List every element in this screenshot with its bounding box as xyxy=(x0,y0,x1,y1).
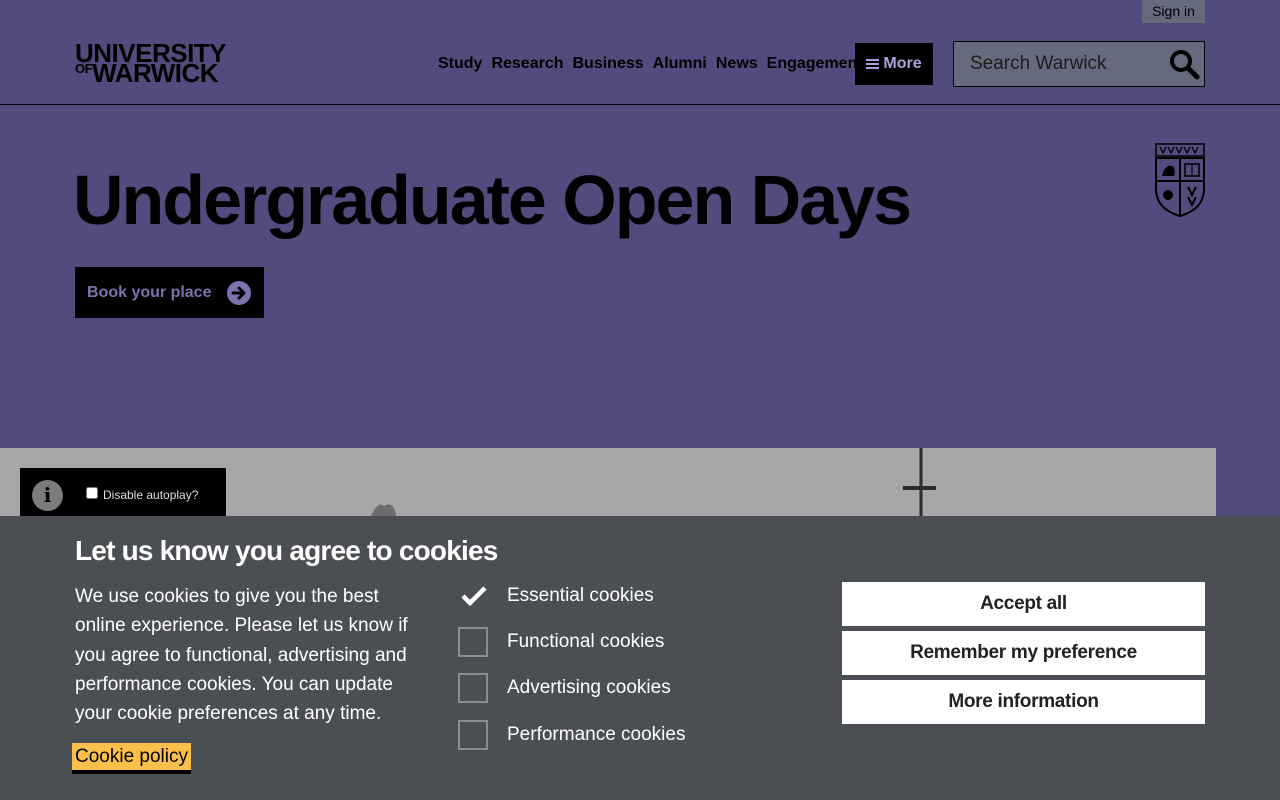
book-label: Book your place xyxy=(87,283,212,301)
performance-cookies-label: Performance cookies xyxy=(507,724,686,745)
main-nav: Study Research Business Alumni News Enga… xyxy=(437,53,871,75)
arrow-right-circle-icon xyxy=(227,281,251,305)
page-title: Undergraduate Open Days xyxy=(73,161,912,239)
more-information-button[interactable]: More information xyxy=(842,680,1205,724)
book-your-place-button[interactable]: Book your place xyxy=(75,267,264,318)
info-icon[interactable]: i xyxy=(32,480,63,511)
cookie-banner: Let us know you agree to cookies We use … xyxy=(0,516,1280,800)
functional-cookies-label: Functional cookies xyxy=(507,631,665,652)
essential-cookies-label: Essential cookies xyxy=(507,585,654,606)
cookie-policy-link[interactable]: Cookie policy xyxy=(72,743,191,770)
search-box xyxy=(953,41,1205,87)
nav-engagement[interactable]: Engagement xyxy=(766,53,867,75)
cookie-banner-text: We use cookies to give you the best onli… xyxy=(75,586,408,725)
functional-cookies-checkbox[interactable] xyxy=(458,627,488,657)
essential-cookies-option: Essential cookies xyxy=(458,580,654,612)
performance-cookies-option[interactable]: Performance cookies xyxy=(458,719,685,751)
cookie-banner-title: Let us know you agree to cookies xyxy=(75,535,498,566)
checkmark-icon xyxy=(458,580,490,612)
performance-cookies-checkbox[interactable] xyxy=(458,720,488,750)
advertising-cookies-label: Advertising cookies xyxy=(507,677,671,698)
university-crest-icon xyxy=(1154,143,1206,218)
accept-all-button[interactable]: Accept all xyxy=(842,582,1205,626)
nav-news[interactable]: News xyxy=(715,53,762,75)
hamburger-icon xyxy=(866,57,880,71)
logo-of: OF xyxy=(75,61,93,77)
nav-research[interactable]: Research xyxy=(490,53,567,75)
nav-alumni[interactable]: Alumni xyxy=(652,53,711,75)
video-controls: i Disable autoplay? xyxy=(20,468,226,516)
logo-line-2: WARWICK xyxy=(92,58,219,89)
more-menu-button[interactable]: More xyxy=(855,43,933,85)
disable-autoplay-checkbox[interactable] xyxy=(86,487,98,499)
search-input[interactable] xyxy=(954,42,1170,86)
sign-in-link[interactable]: Sign in xyxy=(1142,0,1205,23)
nav-study[interactable]: Study xyxy=(437,53,486,75)
functional-cookies-option[interactable]: Functional cookies xyxy=(458,626,664,658)
university-logo[interactable]: UNIVERSITY OFWARWICK xyxy=(75,40,227,86)
advertising-cookies-checkbox[interactable] xyxy=(458,673,488,703)
disable-autoplay-label: Disable autoplay? xyxy=(103,488,199,502)
remember-preference-button[interactable]: Remember my preference xyxy=(842,631,1205,675)
nav-business[interactable]: Business xyxy=(572,53,648,75)
search-icon[interactable] xyxy=(1168,48,1200,80)
more-label: More xyxy=(883,55,922,72)
advertising-cookies-option[interactable]: Advertising cookies xyxy=(458,672,671,704)
site-header: Sign in UNIVERSITY OFWARWICK Study Resea… xyxy=(0,0,1280,105)
